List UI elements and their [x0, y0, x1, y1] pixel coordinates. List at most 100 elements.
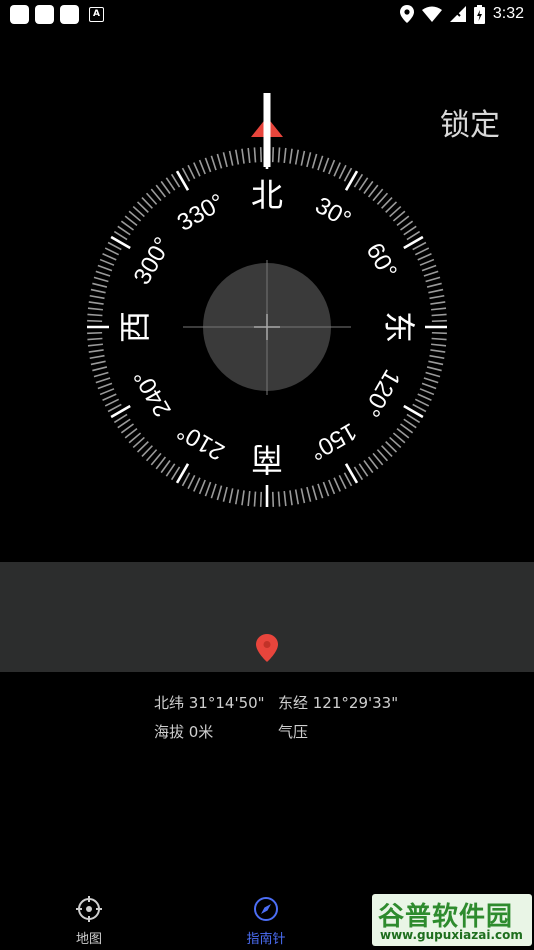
- minor-tick: [241, 490, 245, 506]
- cardinal-north: 北: [251, 176, 283, 214]
- minor-tick: [294, 489, 300, 505]
- minor-tick: [403, 418, 417, 429]
- status-bar-right: 3:32: [399, 4, 524, 24]
- minor-tick: [421, 382, 437, 390]
- minor-tick: [216, 153, 223, 169]
- minor-tick: [102, 393, 117, 401]
- minor-tick: [228, 488, 234, 504]
- minor-tick: [417, 253, 432, 261]
- minor-tick: [421, 264, 437, 272]
- minor-tick: [367, 184, 379, 198]
- minor-tick: [150, 452, 162, 466]
- minor-tick: [343, 472, 353, 487]
- minor-tick: [90, 288, 106, 294]
- nav-map[interactable]: 地图: [49, 896, 129, 947]
- minor-tick: [277, 491, 281, 507]
- minor-tick: [102, 253, 117, 261]
- minor-tick: [216, 485, 223, 501]
- minor-tick: [311, 485, 318, 501]
- minor-tick: [210, 483, 217, 499]
- minor-tick: [419, 258, 435, 266]
- minor-tick: [120, 220, 134, 231]
- minor-tick: [283, 491, 287, 507]
- minor-tick: [87, 313, 103, 317]
- minor-tick: [417, 393, 432, 401]
- degree-label-150: 150°: [305, 417, 361, 465]
- minor-tick: [423, 377, 439, 384]
- minor-tick: [128, 432, 142, 444]
- minor-tick: [363, 460, 374, 474]
- minor-tick: [431, 343, 447, 347]
- minor-tick: [87, 343, 103, 347]
- minor-tick: [333, 477, 341, 492]
- minor-tick: [88, 301, 104, 305]
- minor-tick: [228, 150, 234, 166]
- degree-label-300: 300°: [129, 233, 177, 289]
- minor-tick: [170, 173, 181, 188]
- minor-tick: [198, 159, 206, 175]
- minor-tick: [306, 486, 312, 502]
- minor-tick: [222, 152, 228, 168]
- minor-tick: [338, 474, 347, 490]
- nav-map-label: 地图: [75, 932, 102, 947]
- minor-tick: [87, 331, 103, 335]
- nav-compass[interactable]: 指南针: [226, 896, 306, 947]
- minor-tick: [289, 490, 293, 506]
- minor-tick: [372, 452, 384, 466]
- minor-tick: [338, 164, 347, 180]
- minor-tick: [428, 288, 444, 294]
- cardinal-west: 西: [116, 311, 154, 343]
- minor-tick: [431, 319, 447, 323]
- minor-tick: [99, 388, 115, 396]
- minor-tick: [414, 247, 430, 256]
- minor-tick: [95, 270, 111, 277]
- minor-tick: [426, 282, 442, 288]
- minor-tick: [317, 155, 324, 171]
- minor-tick: [150, 188, 162, 202]
- minor-tick: [306, 152, 312, 168]
- minor-tick: [311, 153, 318, 169]
- minor-tick: [104, 398, 120, 407]
- minor-tick: [210, 155, 217, 171]
- minor-tick: [88, 349, 104, 353]
- minor-tick: [87, 307, 103, 311]
- degree-label-240: 240°: [129, 365, 177, 421]
- minor-tick: [107, 403, 122, 413]
- minor-tick: [322, 481, 330, 497]
- minor-tick: [117, 225, 131, 236]
- altitude: 海拔 0米: [154, 723, 214, 741]
- minor-tick: [97, 264, 113, 272]
- minor-tick: [425, 371, 441, 378]
- minor-tick: [412, 403, 427, 413]
- minor-tick: [204, 157, 212, 173]
- minor-tick: [300, 488, 306, 504]
- minor-tick: [120, 423, 134, 434]
- cardinal-east: 东: [380, 311, 418, 343]
- minor-tick: [283, 147, 287, 163]
- minor-tick: [92, 366, 108, 372]
- minor-tick: [406, 413, 421, 424]
- minor-tick: [247, 147, 251, 163]
- minor-tick: [92, 282, 108, 288]
- minor-tick: [87, 337, 103, 341]
- wifi-icon: [421, 6, 442, 22]
- minor-tick: [429, 294, 445, 300]
- location-icon: [399, 5, 414, 23]
- minor-tick: [412, 241, 427, 251]
- minor-tick: [155, 456, 167, 470]
- minor-tick: [431, 337, 447, 341]
- minor-tick: [113, 413, 128, 424]
- minor-tick: [367, 456, 379, 470]
- notification-icon: [60, 4, 79, 24]
- minor-tick: [90, 360, 106, 366]
- minor-tick: [234, 489, 240, 505]
- minor-tick: [155, 184, 167, 198]
- degree-label-330: 330°: [173, 189, 229, 237]
- minor-tick: [328, 159, 336, 175]
- minor-tick: [423, 270, 439, 277]
- minor-tick: [431, 307, 447, 311]
- watermark-url: www.gupuxiazai.com: [380, 928, 523, 942]
- minor-tick: [271, 491, 275, 507]
- minor-tick: [87, 319, 103, 323]
- minor-tick: [300, 150, 306, 166]
